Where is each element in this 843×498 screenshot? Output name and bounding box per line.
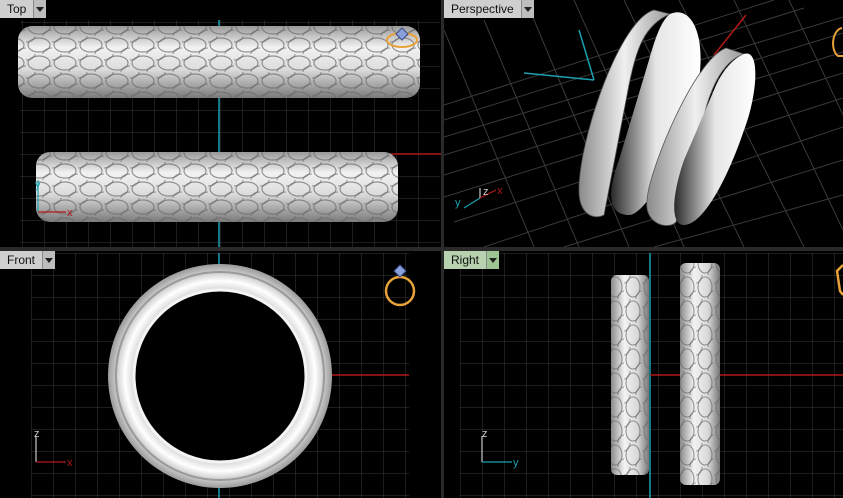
axis-label-z: z — [34, 428, 40, 440]
axis-label-z: z — [482, 428, 488, 440]
axis-label-x: x — [497, 185, 503, 197]
tab-right-label: Right — [444, 251, 488, 269]
ring-band-right-1[interactable] — [611, 275, 649, 475]
viewport-perspective[interactable]: y z x Perspective — [444, 0, 843, 247]
axis-label-z: z — [483, 186, 489, 198]
axis-label-y: y — [513, 457, 519, 469]
top-view-canvas: y x — [18, 20, 441, 247]
axis-label-x: x — [67, 207, 73, 219]
chevron-down-icon[interactable] — [43, 251, 56, 269]
axis-label-x: x — [67, 457, 73, 469]
ring-gizmo-icon-perspective — [832, 27, 843, 57]
axis-indicator-perspective — [463, 188, 497, 209]
axis-label-y: y — [455, 197, 461, 209]
tab-perspective[interactable]: Perspective — [444, 0, 534, 18]
tab-perspective-label: Perspective — [444, 0, 522, 18]
tab-right[interactable]: Right — [444, 251, 500, 269]
ring-band-upper[interactable] — [18, 26, 420, 98]
ring-front-outline[interactable] — [108, 264, 332, 488]
viewport-front[interactable]: z x Front — [0, 251, 441, 498]
ring-band-lower[interactable] — [36, 152, 398, 222]
viewport-divider-horizontal[interactable] — [0, 247, 843, 251]
viewport-top[interactable]: y x Top — [0, 0, 441, 247]
right-view-canvas: z y — [460, 253, 843, 498]
perspective-view-canvas: y z x — [444, 0, 843, 247]
chevron-down-icon[interactable] — [487, 251, 500, 269]
ring-band-right-2[interactable] — [680, 263, 720, 485]
front-view-canvas: z x — [31, 253, 416, 498]
axis-label-y: y — [35, 179, 41, 191]
viewport-right[interactable]: z y Right — [444, 251, 843, 498]
chevron-down-icon[interactable] — [521, 0, 534, 18]
tab-front-label: Front — [0, 251, 44, 269]
tab-top-label: Top — [0, 0, 35, 18]
chevron-down-icon[interactable] — [34, 0, 47, 18]
tab-front[interactable]: Front — [0, 251, 56, 269]
tab-top[interactable]: Top — [0, 0, 47, 18]
